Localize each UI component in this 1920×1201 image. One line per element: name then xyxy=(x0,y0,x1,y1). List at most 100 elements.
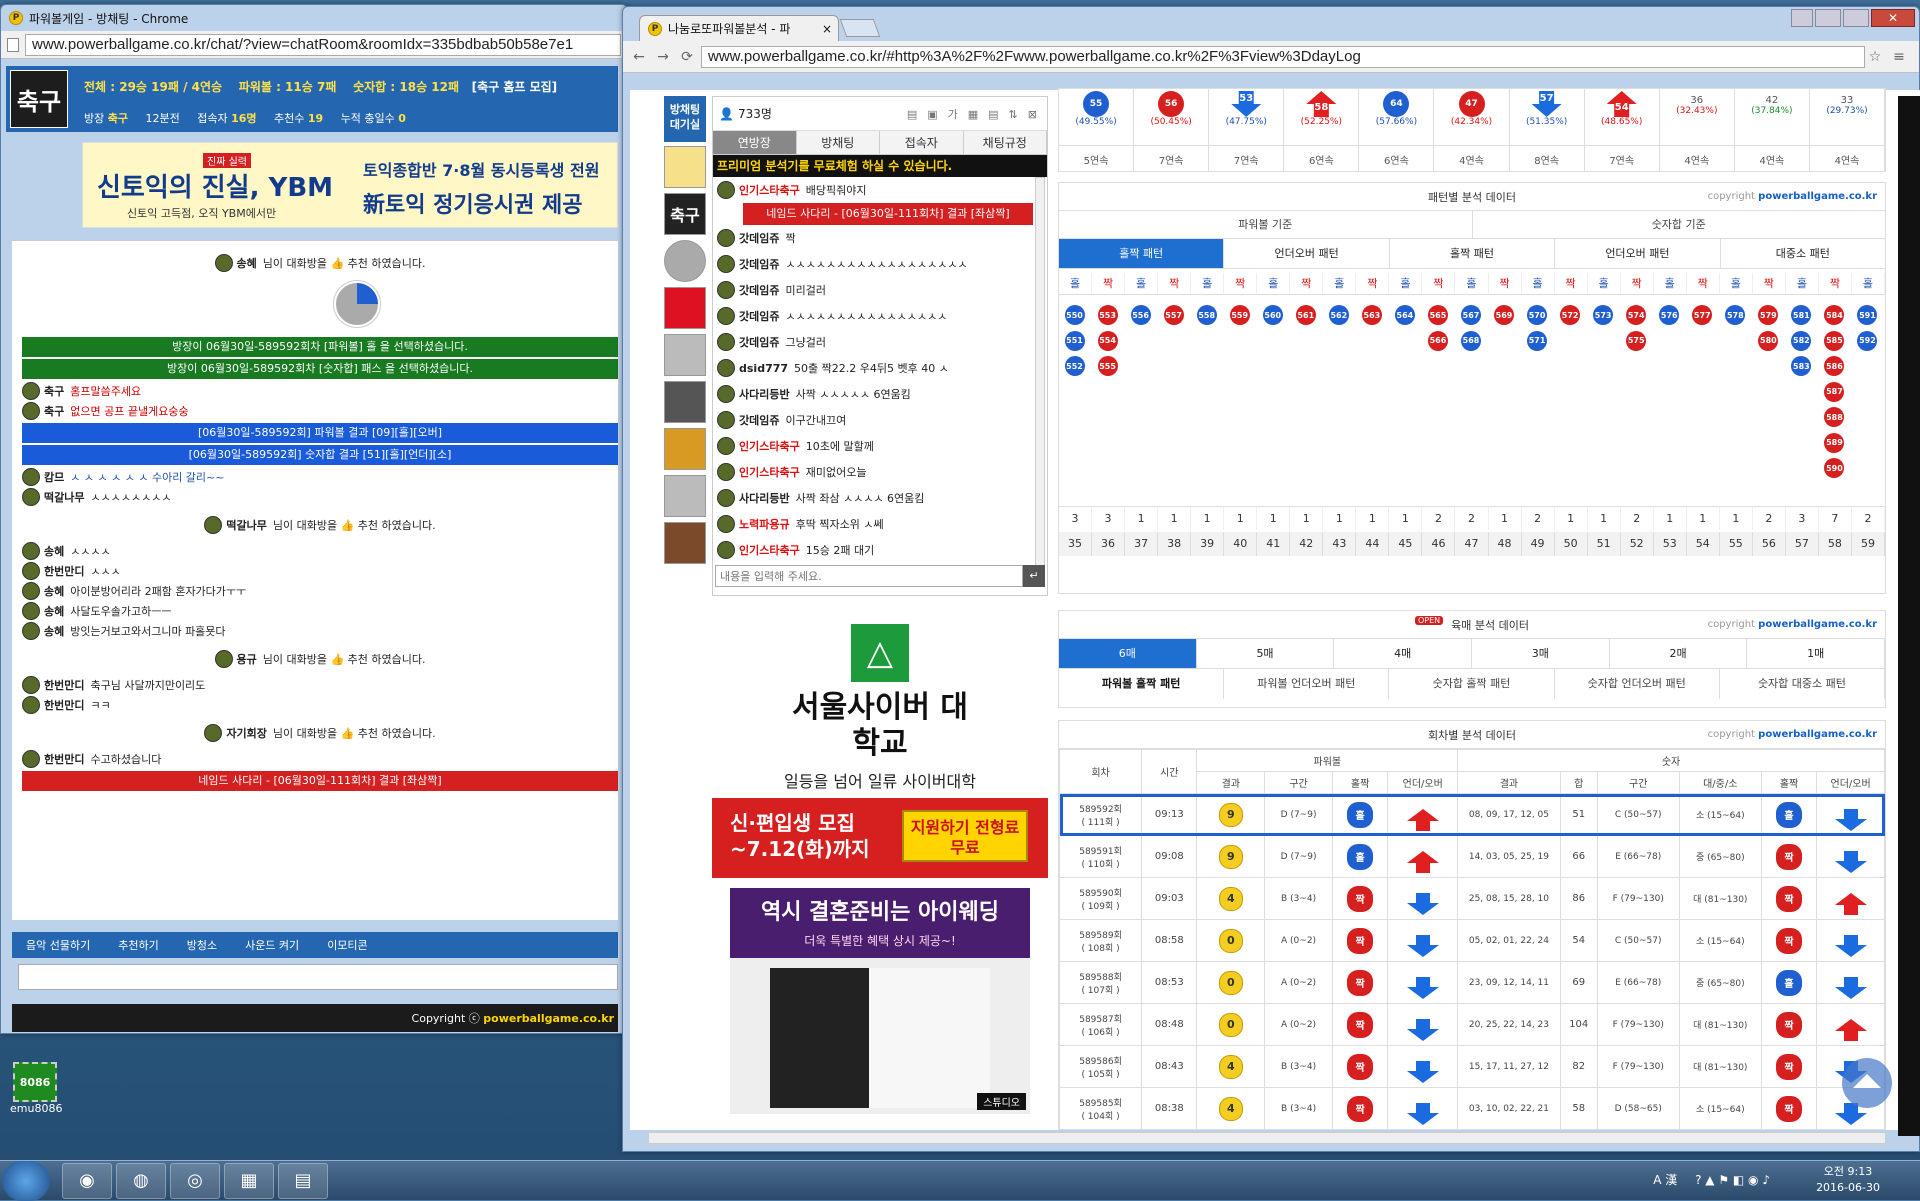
six-subtab[interactable]: 파워볼 언더오버 패턴 xyxy=(1224,669,1390,699)
horizontal-scrollbar[interactable] xyxy=(648,1132,1886,1144)
scroll-top-button[interactable] xyxy=(1842,1058,1892,1108)
forward-arrow-icon[interactable]: → xyxy=(653,47,673,67)
left-url-field[interactable]: www.powerballgame.co.kr/chat/?view=chatR… xyxy=(25,33,621,56)
six-subtab[interactable]: 숫자합 대중소 패턴 xyxy=(1720,669,1886,699)
active-tab[interactable]: P 나눔로또파워볼분석 - 파 × xyxy=(639,15,839,41)
calculator-taskbar-icon[interactable]: ▤ xyxy=(278,1162,328,1199)
recruit-ad[interactable]: 신·편입생 모집 ~7.12(화)까지 지원하기 전형료무료 xyxy=(712,798,1048,878)
tab-sum-size[interactable]: 대중소 패턴 xyxy=(1719,239,1885,268)
desktop-icon-emu8086[interactable]: 8086 emu8086 xyxy=(10,1062,62,1122)
chat-scrollbar[interactable] xyxy=(1035,177,1045,567)
round-row[interactable]: 589591회 ( 110회 ) 09:08 9 D (7~9) 홀 14, 03, 05,… xyxy=(1059,835,1885,878)
tab-room-chat[interactable]: 방채팅 xyxy=(796,131,880,154)
round-row[interactable]: 589588회 ( 107회 ) 08:53 0 A (0~2) 짝 23, 09, 12,… xyxy=(1059,961,1885,1004)
minimize-button[interactable] xyxy=(1815,9,1841,27)
room-thumb-gold-icon[interactable] xyxy=(664,428,706,470)
six-tab[interactable]: 2매 xyxy=(1610,639,1748,668)
chat-nick[interactable]: dsid777 xyxy=(739,362,788,375)
chat-nick[interactable]: 인기스타축구 xyxy=(739,438,800,454)
firefox-taskbar-icon[interactable]: ◍ xyxy=(116,1162,166,1199)
chat-nick[interactable]: 노력파용규 xyxy=(739,516,790,532)
chat-nick[interactable]: 갓데임쥬 xyxy=(739,412,779,428)
premium-promo[interactable]: 프리미엄 분석기를 무료체험 하실 수 있습니다. xyxy=(713,155,1047,177)
chat-nick[interactable]: 갓데임쥬 xyxy=(739,230,779,246)
tab-sum-oe[interactable]: 홀짝 패턴 xyxy=(1388,239,1554,268)
six-tab[interactable]: 6매 xyxy=(1059,639,1197,668)
six-tab[interactable]: 3매 xyxy=(1472,639,1610,668)
wedding-ad[interactable]: 역시 결혼준비는 아이웨딩 더욱 특별한 혜택 상시 제공~! 스튜디오 xyxy=(730,888,1030,1114)
tab-sum-uo[interactable]: 언더오버 패턴 xyxy=(1554,239,1719,268)
round-id-cell: 589586회 ( 105회 ) xyxy=(1059,1045,1143,1088)
app-taskbar-icon[interactable]: ◎ xyxy=(170,1162,220,1199)
round-row[interactable]: 589589회 ( 108회 ) 08:58 0 A (0~2) 짝 05, 02, 01,… xyxy=(1059,919,1885,962)
tray-icons[interactable]: ? ▲ ⚑ ◧ ◉ ♪ xyxy=(1695,1173,1770,1187)
chat-toolbar-icons[interactable]: ▤▣가▦▤⇅⊠ xyxy=(907,106,1047,122)
tab-pb-uo[interactable]: 언더오버 패턴 xyxy=(1223,239,1388,268)
new-tab-button[interactable] xyxy=(839,19,881,37)
ime-indicator[interactable]: A 漢 xyxy=(1653,1173,1677,1187)
left-chat-input[interactable] xyxy=(18,964,618,990)
maximize-button[interactable] xyxy=(1843,9,1869,27)
round-row[interactable]: 589587회 ( 106회 ) 08:48 0 A (0~2) 짝 20, 25, 22,… xyxy=(1059,1003,1885,1046)
close-button[interactable]: ✕ xyxy=(1871,9,1915,27)
room-thumb-hand-icon[interactable] xyxy=(664,522,706,564)
sound-toggle-link[interactable]: 사운드 켜기 xyxy=(245,937,299,953)
apply-button[interactable]: 지원하기 전형료무료 xyxy=(902,810,1028,862)
num-sum: 54 xyxy=(1559,919,1598,962)
start-button[interactable] xyxy=(2,1160,50,1201)
six-tab[interactable]: 4매 xyxy=(1334,639,1473,668)
room-thumb-p-icon[interactable] xyxy=(664,334,706,376)
six-tab[interactable]: 1매 xyxy=(1747,639,1886,668)
reload-icon[interactable]: ⟳ xyxy=(677,47,697,67)
chat-nick[interactable]: 인기스타축구 xyxy=(739,182,800,198)
chat-log: 송혜 님이 대화방을 👍 추천 하였습니다. 방장이 06월30일-589592… xyxy=(12,240,618,920)
chat-nick[interactable]: 인기스타축구 xyxy=(739,464,800,480)
university-ad[interactable]: △ 서울사이버 대학교 일등을 넘어 일류 사이버대학 xyxy=(712,608,1048,798)
pattern-ball: 564 xyxy=(1394,305,1415,325)
explorer-taskbar-icon[interactable]: ▦ xyxy=(224,1162,274,1199)
room-thumb-success-icon[interactable] xyxy=(664,240,706,282)
room-thumb-p2-icon[interactable] xyxy=(664,475,706,517)
tab-lobby[interactable]: 연방장 xyxy=(713,131,797,154)
chat-nick[interactable]: 갓데임쥬 xyxy=(739,334,779,350)
chat-message-input[interactable] xyxy=(715,565,1023,587)
chat-nick[interactable]: 갓데임쥬 xyxy=(739,256,779,272)
gift-music-link[interactable]: 음악 선물하기 xyxy=(26,937,90,953)
tab-pb-oe[interactable]: 홀짝 패턴 xyxy=(1059,239,1224,268)
emoticon-link[interactable]: 이모티콘 xyxy=(327,937,367,953)
clear-room-link[interactable]: 방청소 xyxy=(187,937,217,953)
round-row[interactable]: 589586회 ( 105회 ) 08:43 4 B (3~4) 짝 15, 17, 11,… xyxy=(1059,1045,1885,1088)
clock[interactable]: 오전 9:13 2016-06-30 xyxy=(1816,1164,1880,1196)
recommend-link[interactable]: 추천하기 xyxy=(118,937,158,953)
chat-nick[interactable]: 갓데임쥬 xyxy=(739,282,779,298)
room-thumb-soccer-icon[interactable]: 축구 xyxy=(664,193,706,235)
round-row[interactable]: 589590회 ( 109회 ) 09:03 4 B (3~4) 짝 25, 08, 15,… xyxy=(1059,877,1885,920)
right-url-field[interactable]: www.powerballgame.co.kr/#http%3A%2F%2Fww… xyxy=(701,45,1865,68)
ybm-ad-banner[interactable]: 진짜 실력 신토익의 진실, YBM 신토익 고득점, 오직 YBM에서만 토익… xyxy=(82,142,618,228)
menu-icon[interactable]: ≡ xyxy=(1889,47,1909,67)
six-subtab[interactable]: 숫자합 언더오버 패턴 xyxy=(1555,669,1720,699)
tab-close-icon[interactable]: × xyxy=(822,22,832,36)
tab-rules[interactable]: 채팅규정 xyxy=(963,131,1047,154)
waiting-room-title[interactable]: 방채팅 대기실 xyxy=(664,96,706,142)
round-row[interactable]: 589592회 ( 111회 ) 09:13 9 D (7~9) 홀 08, 09, 17,… xyxy=(1059,793,1885,836)
room-thumb-lock-icon[interactable] xyxy=(664,381,706,423)
six-subtab[interactable]: 숫자합 홀짝 패턴 xyxy=(1389,669,1555,699)
chat-nick[interactable]: 사다리등반 xyxy=(739,386,790,402)
round-row[interactable]: 589585회 ( 104회 ) 08:38 4 B (3~4) 짝 03, 10, 02,… xyxy=(1059,1087,1885,1129)
chat-nick[interactable]: 사다리등반 xyxy=(739,490,790,506)
chat-nick[interactable]: 갓데임쥬 xyxy=(739,308,779,324)
six-subtab[interactable]: 파워볼 홀짝 패턴 xyxy=(1059,669,1225,699)
user-icon[interactable] xyxy=(1791,9,1813,27)
tab-users[interactable]: 접속자 xyxy=(880,131,964,154)
bookmark-star-icon[interactable]: ☆ xyxy=(1865,47,1885,67)
six-tab[interactable]: 5매 xyxy=(1197,639,1335,668)
room-thumb-girl-icon[interactable] xyxy=(664,146,706,188)
back-arrow-icon[interactable]: ← xyxy=(629,47,649,67)
round-id-cell: 589585회 ( 104회 ) xyxy=(1059,1087,1143,1129)
left-title-bar[interactable]: P 파워볼게임 - 방채팅 - Chrome xyxy=(1,5,627,31)
chrome-taskbar-icon[interactable]: ◉ xyxy=(62,1162,112,1199)
chat-nick[interactable]: 인기스타축구 xyxy=(739,542,800,558)
send-icon[interactable]: ↵ xyxy=(1023,565,1045,587)
room-thumb-heart-icon[interactable] xyxy=(664,287,706,329)
